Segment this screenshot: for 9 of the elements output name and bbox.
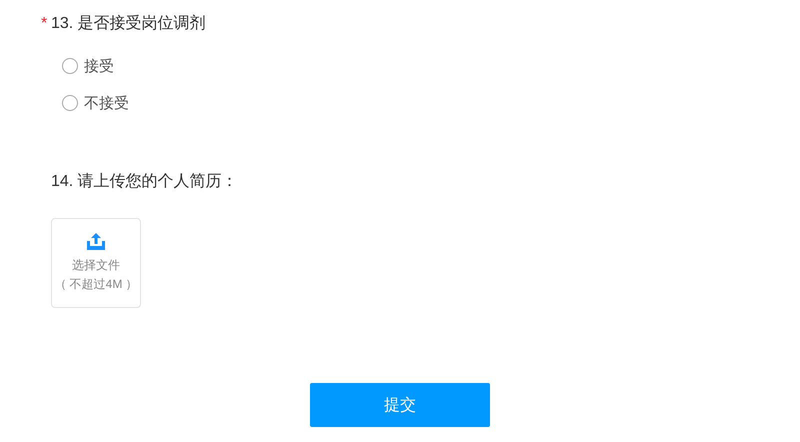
file-upload-button[interactable]: 选择文件 （ 不超过4M ） — [51, 218, 141, 308]
question-title: 13. 是否接受岗位调剂 — [51, 14, 206, 34]
radio-button[interactable] — [62, 95, 78, 111]
radio-button[interactable] — [62, 58, 78, 74]
required-mark: * — [41, 14, 48, 34]
question-title: 14. 请上传您的个人简历： — [51, 172, 238, 192]
option-label[interactable]: 不接受 — [84, 94, 129, 112]
upload-icon — [86, 232, 106, 250]
option-label[interactable]: 接受 — [84, 56, 114, 76]
